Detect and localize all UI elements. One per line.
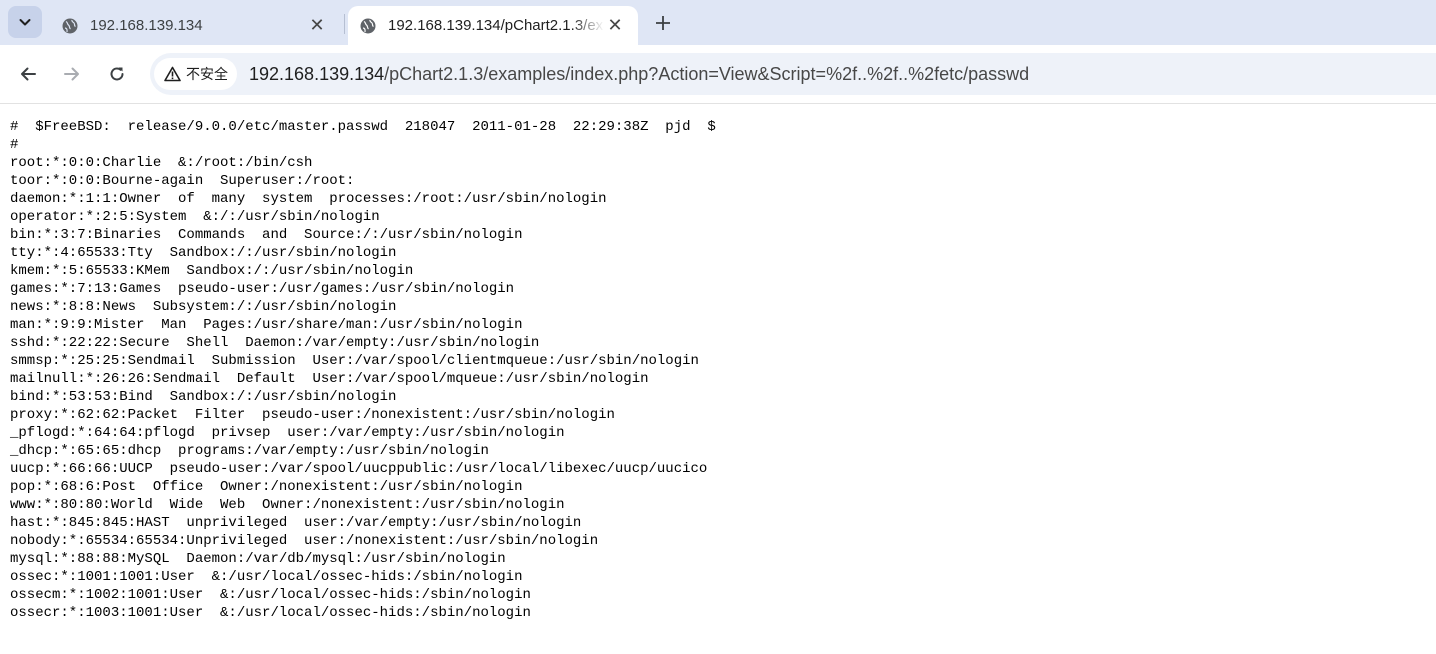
reload-icon bbox=[110, 67, 124, 81]
tab-strip: 192.168.139.134 ✕ 192.168.139.134/pChart… bbox=[0, 0, 1436, 45]
text-line: toor:*:0:0:Bourne-again Superuser:/root: bbox=[10, 173, 355, 189]
back-arrow-icon bbox=[21, 67, 36, 81]
text-line: pop:*:68:6:Post Office Owner:/nonexisten… bbox=[10, 479, 523, 495]
security-indicator[interactable]: 不安全 bbox=[154, 58, 237, 90]
forward-button[interactable] bbox=[57, 59, 87, 89]
close-icon[interactable]: ✕ bbox=[604, 15, 626, 37]
text-line: daemon:*:1:1:Owner of many system proces… bbox=[10, 191, 607, 207]
text-line: hast:*:845:845:HAST unprivileged user:/v… bbox=[10, 515, 582, 531]
address-bar[interactable]: 不安全 192.168.139.134/pChart2.1.3/examples… bbox=[150, 53, 1436, 95]
page-content: # $FreeBSD: release/9.0.0/etc/master.pas… bbox=[10, 118, 1436, 622]
text-line: root:*:0:0:Charlie &:/root:/bin/csh bbox=[10, 155, 313, 171]
tab-divider bbox=[344, 14, 345, 34]
url-path: /pChart2.1.3/examples/index.php?Action=V… bbox=[384, 63, 1030, 84]
back-button[interactable] bbox=[13, 59, 43, 89]
forward-arrow-icon bbox=[64, 67, 79, 81]
plus-icon bbox=[656, 16, 670, 30]
text-line: _pflogd:*:64:64:pflogd privsep user:/var… bbox=[10, 425, 565, 441]
text-line: # $FreeBSD: release/9.0.0/etc/master.pas… bbox=[10, 119, 716, 135]
text-line: man:*:9:9:Mister Man Pages:/usr/share/ma… bbox=[10, 317, 523, 333]
new-tab-button[interactable] bbox=[648, 8, 678, 38]
text-line: bind:*:53:53:Bind Sandbox:/:/usr/sbin/no… bbox=[10, 389, 397, 405]
text-line: mysql:*:88:88:MySQL Daemon:/var/db/mysql… bbox=[10, 551, 506, 567]
text-line: kmem:*:5:65533:KMem Sandbox:/:/usr/sbin/… bbox=[10, 263, 414, 279]
text-line: sshd:*:22:22:Secure Shell Daemon:/var/em… bbox=[10, 335, 540, 351]
tab-active[interactable]: 192.168.139.134/pChart2.1.3/examples/ind… bbox=[348, 6, 638, 45]
globe-icon bbox=[360, 18, 376, 33]
reload-button[interactable] bbox=[102, 59, 132, 89]
text-line: smmsp:*:25:25:Sendmail Submission User:/… bbox=[10, 353, 699, 369]
browser-toolbar: 不安全 192.168.139.134/pChart2.1.3/examples… bbox=[0, 45, 1436, 104]
url-host: 192.168.139.134 bbox=[249, 63, 385, 84]
warning-triangle-icon bbox=[164, 66, 181, 82]
text-line: news:*:8:8:News Subsystem:/:/usr/sbin/no… bbox=[10, 299, 397, 315]
text-line: uucp:*:66:66:UUCP pseudo-user:/var/spool… bbox=[10, 461, 708, 477]
text-line: bin:*:3:7:Binaries Commands and Source:/… bbox=[10, 227, 523, 243]
text-line: www:*:80:80:World Wide Web Owner:/nonexi… bbox=[10, 497, 565, 513]
tab-search-button[interactable] bbox=[8, 6, 42, 38]
text-line: proxy:*:62:62:Packet Filter pseudo-user:… bbox=[10, 407, 615, 423]
text-line: _dhcp:*:65:65:dhcp programs:/var/empty:/… bbox=[10, 443, 489, 459]
text-line: ossecr:*:1003:1001:User &:/usr/local/oss… bbox=[10, 605, 531, 621]
close-icon[interactable]: ✕ bbox=[306, 15, 328, 37]
text-line: mailnull:*:26:26:Sendmail Default User:/… bbox=[10, 371, 649, 387]
tab-title: 192.168.139.134/pChart2.1.3/examples/ind… bbox=[388, 17, 604, 34]
security-label: 不安全 bbox=[186, 66, 228, 82]
globe-icon bbox=[62, 18, 78, 33]
text-line: tty:*:4:65533:Tty Sandbox:/:/usr/sbin/no… bbox=[10, 245, 397, 261]
text-line: operator:*:2:5:System &:/:/usr/sbin/nolo… bbox=[10, 209, 380, 225]
text-line: # bbox=[10, 137, 19, 153]
url-text[interactable]: 192.168.139.134/pChart2.1.3/examples/ind… bbox=[249, 64, 1029, 85]
tab-title: 192.168.139.134 bbox=[90, 17, 203, 34]
text-line: nobody:*:65534:65534:Unprivileged user:/… bbox=[10, 533, 599, 549]
text-line: games:*:7:13:Games pseudo-user:/usr/game… bbox=[10, 281, 515, 297]
text-line: ossec:*:1001:1001:User &:/usr/local/osse… bbox=[10, 569, 523, 585]
chevron-down-icon bbox=[19, 19, 31, 26]
text-line: ossecm:*:1002:1001:User &:/usr/local/oss… bbox=[10, 587, 531, 603]
tab-inactive[interactable]: 192.168.139.134 ✕ bbox=[50, 6, 340, 45]
